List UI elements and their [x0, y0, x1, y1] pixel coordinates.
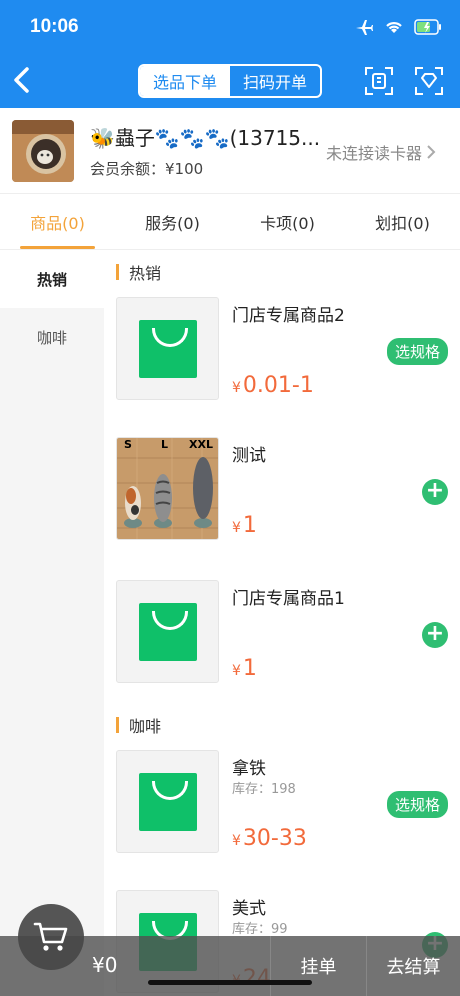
add-icon[interactable]: + [422, 479, 448, 505]
tab-cards[interactable]: 卡项(0) [230, 194, 345, 249]
tab-scan-order[interactable]: 扫码开单 [230, 66, 320, 96]
cart-total: ¥0 [92, 953, 118, 977]
product-price: ¥0.01-1 [232, 373, 314, 398]
hang-order-button[interactable]: 挂单 [270, 936, 366, 996]
product-name: 拿铁 [232, 759, 266, 779]
sidebar: 热销 咖啡 [0, 250, 104, 996]
cart-icon [33, 922, 68, 951]
card-reader-status[interactable]: 未连接读卡器 [326, 140, 436, 164]
member-name: 🐝蟲子🐾🐾🐾(13715... [90, 126, 321, 150]
list-item[interactable]: 门店专属商品1 + ¥1 [116, 580, 450, 684]
product-name: 门店专属商品2 [232, 306, 345, 326]
tab-select-products[interactable]: 选品下单 [140, 66, 230, 96]
top-bar: 10:06 选品下单 扫码开单 [0, 0, 460, 108]
product-price: ¥30-33 [232, 826, 307, 851]
cats-photo [117, 438, 218, 539]
status-icons [354, 18, 442, 36]
product-price: ¥1 [232, 513, 257, 538]
list-item[interactable]: S L XXL 测试 + ¥1 [116, 437, 450, 541]
tab-goods[interactable]: 商品(0) [0, 194, 115, 249]
list-item[interactable]: 门店专属商品2 选规格 ¥0.01-1 [116, 297, 450, 401]
select-spec-button[interactable]: 选规格 [386, 338, 448, 365]
product-name: 测试 [232, 446, 266, 466]
product-price: ¥1 [232, 656, 257, 681]
shopping-bag-icon [139, 603, 197, 661]
shopping-bag-icon [139, 320, 197, 378]
wifi-icon [386, 22, 402, 33]
airplane-icon [356, 20, 373, 35]
checkout-button[interactable]: 去结算 [366, 936, 460, 996]
section-title: 咖啡 [129, 717, 162, 736]
section-title: 热销 [129, 264, 162, 283]
product-stock: 库存：99 [232, 922, 288, 937]
sidebar-item-hot[interactable]: 热销 [0, 250, 104, 308]
member-card[interactable]: 🐝蟲子🐾🐾🐾(13715... 会员余额：¥100 未连接读卡器 [0, 108, 460, 194]
status-time: 10:06 [30, 16, 79, 37]
add-icon[interactable]: + [422, 622, 448, 648]
product-image [116, 580, 219, 683]
tab-services[interactable]: 服务(0) [115, 194, 230, 249]
product-image [116, 297, 219, 400]
size-label: L [161, 438, 169, 451]
scan-vip-icon[interactable] [414, 66, 444, 96]
list-item[interactable]: 拿铁 库存：198 选规格 ¥30-33 [116, 750, 450, 854]
size-label: S [124, 438, 132, 451]
category-tabs: 商品(0) 服务(0) 卡项(0) 划扣(0) [0, 194, 460, 250]
section-bar [116, 264, 119, 280]
member-balance: 会员余额：¥100 [90, 160, 204, 178]
product-name: 门店专属商品1 [232, 589, 345, 609]
product-image: S L XXL [116, 437, 219, 540]
card-reader-label: 未连接读卡器 [326, 144, 423, 163]
back-arrow-icon[interactable] [10, 64, 34, 96]
scan-card-icon[interactable] [364, 66, 394, 96]
cart-button[interactable] [18, 904, 84, 970]
section-header-coffee: 咖啡 [116, 713, 161, 737]
home-indicator [148, 980, 312, 985]
section-header-hot: 热销 [116, 260, 161, 284]
product-name: 美式 [232, 899, 266, 919]
battery-icon [414, 19, 441, 35]
order-mode-segment: 选品下单 扫码开单 [138, 64, 322, 98]
size-label: XXL [189, 438, 213, 451]
product-image [116, 750, 219, 853]
shopping-bag-icon [139, 773, 197, 831]
tab-deduct[interactable]: 划扣(0) [345, 194, 460, 249]
section-bar [116, 717, 119, 733]
sidebar-item-coffee[interactable]: 咖啡 [0, 308, 104, 366]
chevron-right-icon [427, 145, 436, 159]
product-stock: 库存：198 [232, 782, 296, 797]
select-spec-button[interactable]: 选规格 [386, 791, 448, 818]
avatar [12, 120, 74, 182]
